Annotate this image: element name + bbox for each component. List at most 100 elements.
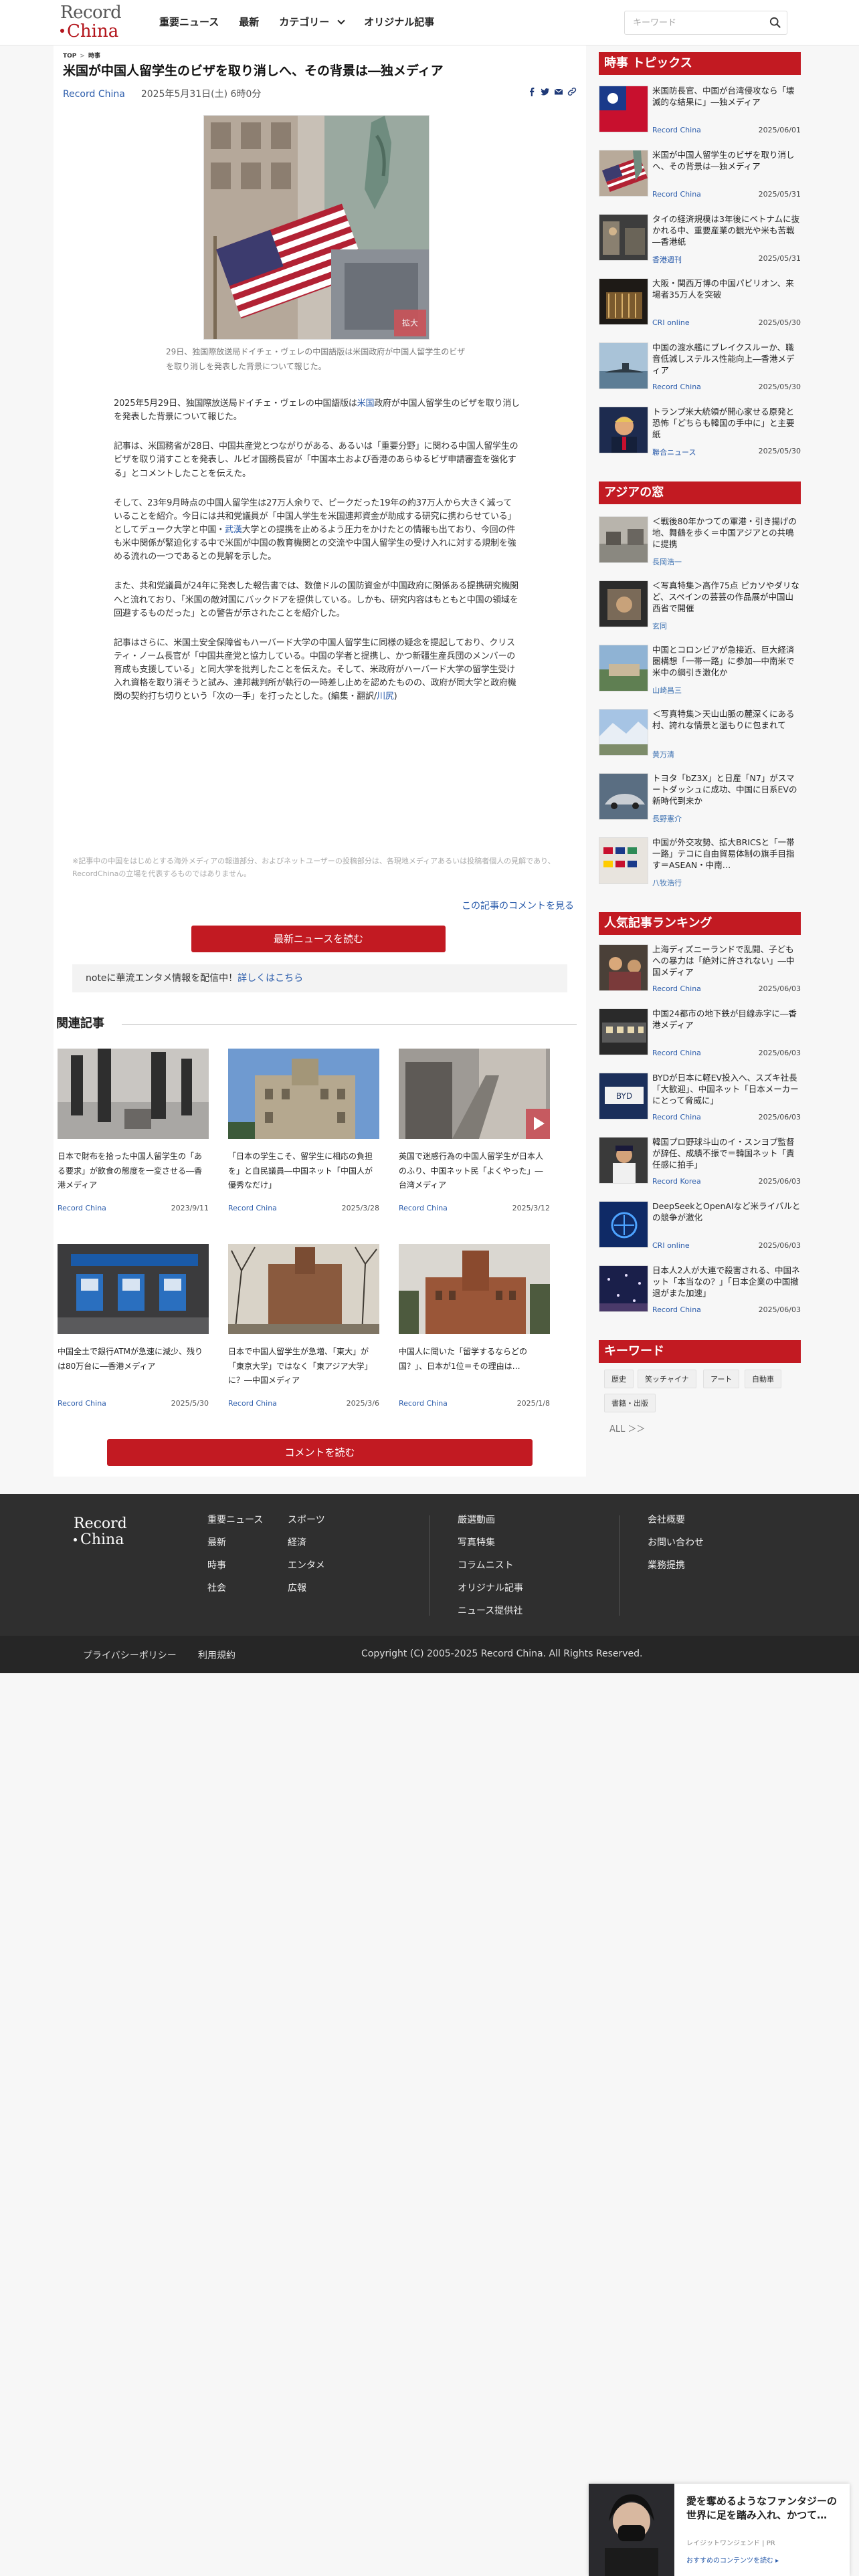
footer-link[interactable]: 厳選動画 [458,1509,523,1531]
read-comments-button[interactable]: コメントを読む [107,1439,533,1466]
ranking-source: Record Korea [652,1177,701,1186]
footer-link[interactable]: 最新 [207,1531,263,1554]
keyword-tag[interactable]: アート [703,1370,740,1388]
topic-item[interactable]: トランプ米大統領が開心家せる原発と恐怖「どちらも韓国の手中に」と主要紙 聯合ニュ… [599,404,801,464]
breadcrumb-category[interactable]: 時事 [88,53,100,60]
read-latest-news-button[interactable]: 最新ニュースを読む [191,926,446,952]
nav-original[interactable]: オリジナル記事 [364,15,434,29]
ranking-thumb [599,1137,648,1184]
nav-category-label: カテゴリー [279,16,330,28]
footer-link[interactable]: 重要ニュース [207,1509,263,1531]
note-promo-box: noteに華流エンタメ情報を配信中！詳しくはこちら [72,964,567,992]
footer-col-2: スポーツ 経済 エンタメ 広報 [288,1509,325,1600]
footer-link[interactable]: オリジナル記事 [458,1577,523,1600]
footer-link[interactable]: スポーツ [288,1509,325,1531]
keyword-tag[interactable]: 歴史 [604,1370,634,1388]
zoom-button[interactable]: 拡大 [394,310,426,336]
keyword-tag[interactable]: 書籍・出版 [604,1394,656,1412]
view-comments-link[interactable]: この記事のコメントを見る [462,899,574,912]
ranking-item[interactable]: 上海ディズニーランドで乱闘、子どもへの暴力は「絶対に許されない」―中国メディア … [599,942,801,1002]
privacy-policy-link[interactable]: プライバシーポリシー [83,1648,177,1662]
ranking-item[interactable]: DeepSeekとOpenAIなど米ライバルとの競争が激化 CRI online… [599,1198,801,1259]
asia-author: 長野憲介 [652,815,682,823]
topic-thumb [599,342,648,389]
ranking-item[interactable]: BYD BYDが日本に軽EV投入へ、スズキ社長「大歓迎」、中国ネット「日本メーカ… [599,1070,801,1130]
footer-link[interactable]: 経済 [288,1531,325,1554]
breadcrumb-top[interactable]: TOP [63,53,76,60]
site-footer: Record China 重要ニュース 最新 時事 社会 スポーツ 経済 エンタ… [0,1494,859,1636]
ranking-item[interactable]: 日本人2人が大連で殺害される、中国ネット「本当なの？」「日本企業の中国撤退がまた… [599,1263,801,1323]
asia-window-heading: アジアの窓 [599,481,801,504]
related-card[interactable]: 日本で財布を拾った中国人留学生の「ある要求」が飲食の態度を一変させる―香港メディ… [58,1049,209,1229]
keyword-link-wuhan[interactable]: 武漢 [225,525,242,535]
topic-date: 2025/05/31 [758,254,801,263]
topic-item[interactable]: 米国防長官、中国が台湾侵攻なら「壊滅的な結果に」―独メディア Record Ch… [599,83,801,143]
related-card[interactable]: 日本で中国人留学生が急増、「東大」が「東京大学」ではなく「東アジア大学」に？―中… [228,1244,379,1424]
terms-link[interactable]: 利用規約 [198,1648,235,1662]
floating-ad[interactable]: 愛を奪めるようなファンタジーの世界に足を踏み入れ、かつて… レイジットワンジェン… [589,2484,850,2576]
article-photo[interactable]: 拡大 [203,115,430,340]
ai-photo-image [599,1202,648,1247]
footer-link[interactable]: 時事 [207,1554,263,1577]
topic-thumb [599,407,648,453]
street-photo-image [58,1049,209,1139]
related-meta: Record China 2025/3/12 [399,1204,550,1212]
related-card[interactable]: 英国で迷惑行為の中国人留学生が日本人のふり、中国ネット民「よくやった」―台湾メデ… [399,1049,550,1229]
ad-link[interactable]: おすすめのコンテンツを読む ▸ [686,2555,779,2565]
footer-link[interactable]: コラムニスト [458,1554,523,1577]
footer-link[interactable]: 会社概要 [648,1509,704,1531]
footer-logo[interactable]: Record China [74,1517,127,1547]
article-title: 米国が中国人留学生のビザを取り消しへ、その背景は―独メディア [63,64,444,78]
topic-item[interactable]: 中国の渡水艦にブレイクスルーか、職音低減しステルス性能向上―香港メディア Rec… [599,340,801,400]
footer-link[interactable]: 業務提携 [648,1554,704,1577]
flags-photo-image [599,838,648,883]
asia-item[interactable]: 中国とコロンビアが急接近、巨大経済圏構想「一帯一路」に参加―中南米で米中の綱引き… [599,642,801,702]
footer-link[interactable]: お問い合わせ [648,1531,704,1554]
link-icon[interactable] [567,87,577,96]
keyword-all-link[interactable]: ALL ＞＞ [609,1422,646,1434]
article-source[interactable]: Record China [63,89,125,100]
nav-latest[interactable]: 最新 [239,15,259,29]
copyright-text: Copyright (C) 2005-2025 Record China. Al… [361,1648,643,1659]
topic-item[interactable]: タイの経済規模は3年後にベトナムに抜かれる中、重要産業の観光や米も苦戦―香港紙 … [599,211,801,272]
footer-link[interactable]: ニュース提供社 [458,1600,523,1622]
asia-item[interactable]: 中国が外交攻勢、拡大BRICSと「一帯一路」テコに自由貿易体制の旗手目指す＝AS… [599,835,801,895]
keyword-tag[interactable]: 自動車 [745,1370,781,1388]
asia-item[interactable]: ＜写真特集＞高作75点 ピカソやダリなど、スペインの芸芸の作品展が中国山西省で開… [599,578,801,638]
related-card[interactable]: 中国人に聞いた「留学するならどの国？」、日本が1位＝その理由は… Record … [399,1244,550,1424]
keyword-tag[interactable]: 笑ッチャイナ [638,1370,696,1388]
nav-important-news[interactable]: 重要ニュース [159,15,219,29]
related-card[interactable]: 中国全土で銀行ATMが急速に減少、残りは80万台に―香港メディア Record … [58,1244,209,1424]
keyword-link-usa[interactable]: 米国 [357,399,375,409]
footer-link[interactable]: エンタメ [288,1554,325,1577]
us-flag-image [599,150,648,196]
ranking-item[interactable]: 韓国プロ野球斗山のイ・スンヨプ監督が辞任、成績不振で＝韓国ネット「責任感に拍手」… [599,1134,801,1194]
topic-item[interactable]: 大阪・関西万博の中国パビリオン、来場者35万人を突破 CRI online 20… [599,276,801,336]
footer-link[interactable]: 社会 [207,1577,263,1600]
topic-source: Record China [652,383,701,391]
search-icon[interactable] [769,17,781,29]
footer-link[interactable]: 広報 [288,1577,325,1600]
ranking-item[interactable]: 中国24都市の地下鉄が目線赤字に―香港メディア Record China 202… [599,1006,801,1066]
facebook-icon[interactable] [527,87,537,96]
asia-item[interactable]: ＜戦後80年かつての軍港・引き揚げの地、舞鶴を歩く＝中国アジアとの共鳴に提携 長… [599,514,801,574]
related-card[interactable]: 「日本の学生こそ、留学生に相応の負担を」と自民議員―中国ネット「中国人が優秀なだ… [228,1049,379,1229]
mail-icon[interactable] [554,87,563,96]
ranking-date: 2025/06/03 [758,1177,801,1186]
topic-item[interactable]: 米国が中国人留学生のビザを取り消しへ、その背景は―独メディア Record Ch… [599,147,801,207]
asia-item[interactable]: ＜写真特集＞天山山脈の麓深くにある村、誇れな情景と温もりに包まれて 黄万清 [599,706,801,766]
note-promo-link[interactable]: 詳しくはこちら [237,973,303,984]
related-title: 日本で中国人留学生が急増、「東大」が「東京大学」ではなく「東アジア大学」に？―中… [228,1347,373,1386]
footer-link[interactable]: 写真特集 [458,1531,523,1554]
ad-image [589,2484,674,2576]
site-logo[interactable]: Record China [60,4,134,41]
ranking-thumb [599,1265,648,1312]
paragraph-text: また、共和党議員が24年に発表した報告書では、数億ドルの国防資金が中国政府に関係… [114,581,518,619]
editor-link[interactable]: 川尻 [377,691,394,702]
asia-item[interactable]: トヨタ「bZ3X」と日産「N7」がスマートダッシュに成功、中国に日系EVの新時代… [599,770,801,831]
ranking-title: 中国24都市の地下鉄が目線赤字に―香港メディア [652,1008,797,1030]
search-input[interactable] [633,11,760,34]
nav-category[interactable]: カテゴリー [279,15,345,29]
trump-photo-image [599,407,648,453]
twitter-icon[interactable] [541,87,550,96]
